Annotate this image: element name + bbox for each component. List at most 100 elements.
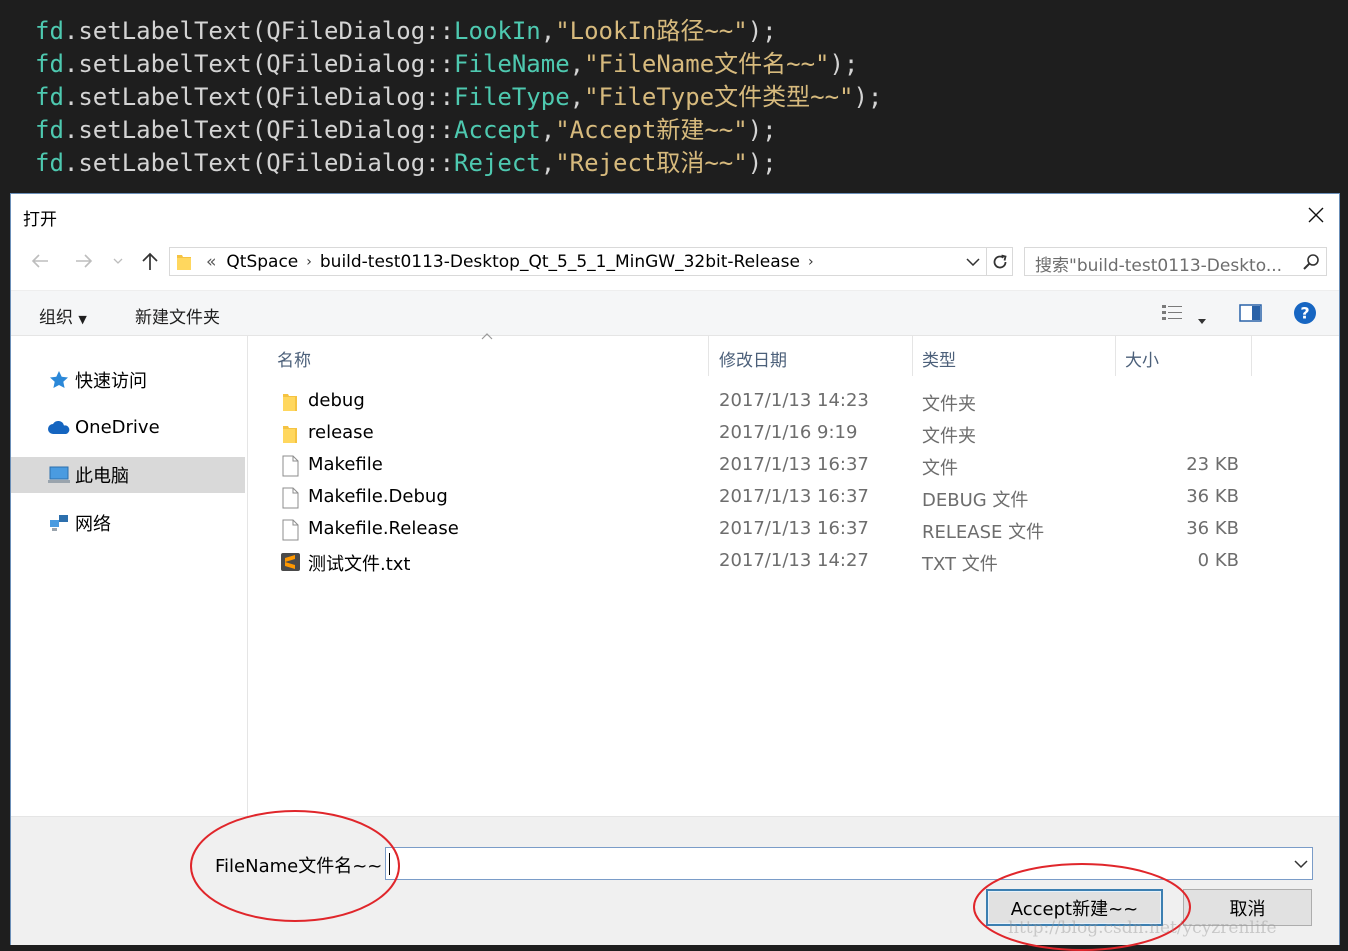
file-row[interactable]: Makefile 2017/1/13 16:37 文件 23 KB: [248, 450, 1248, 482]
file-name: release: [308, 422, 374, 443]
navigation-pane: 快速访问 OneDrive 此电脑 网络: [11, 336, 248, 816]
file-date: 2017/1/13 14:23: [719, 390, 869, 411]
cloud-icon: [48, 421, 70, 434]
nav-label: 快速访问: [75, 371, 147, 392]
code-line: fd.setLabelText(QFileDialog::Reject,"Rej…: [35, 149, 777, 177]
view-dropdown-button[interactable]: [1197, 310, 1207, 329]
search-input[interactable]: 搜索"build-test0113-Deskto...: [1024, 247, 1327, 276]
new-folder-button[interactable]: 新建文件夹: [135, 303, 220, 328]
file-type: 文件夹: [922, 426, 976, 447]
file-date: 2017/1/13 16:37: [719, 454, 869, 475]
filename-input[interactable]: [385, 847, 1313, 880]
title-bar: 打开: [11, 194, 1339, 236]
chevron-down-icon: [113, 258, 123, 264]
nav-item-onedrive[interactable]: OneDrive: [11, 409, 245, 445]
file-row[interactable]: Makefile.Debug 2017/1/13 16:37 DEBUG 文件 …: [248, 482, 1248, 514]
text-caret: [389, 853, 390, 875]
network-icon: [50, 515, 68, 531]
file-date: 2017/1/13 14:27: [719, 550, 869, 571]
column-header-size[interactable]: 大小: [1125, 346, 1159, 371]
refresh-icon: [993, 254, 1007, 268]
nav-item-this-pc[interactable]: 此电脑: [11, 457, 245, 493]
navigation-bar: « QtSpace › build-test0113-Desktop_Qt_5_…: [11, 242, 1339, 280]
chevron-down-icon: [966, 257, 980, 266]
file-row[interactable]: Makefile.Release 2017/1/13 16:37 RELEASE…: [248, 514, 1248, 546]
file-type: 文件夹: [922, 394, 976, 415]
recent-locations-button[interactable]: [109, 242, 127, 280]
breadcrumb-segment[interactable]: QtSpace: [226, 252, 298, 272]
code-line: fd.setLabelText(QFileDialog::FileType,"F…: [35, 83, 883, 111]
file-name: 测试文件.txt: [308, 554, 411, 575]
refresh-button[interactable]: [987, 247, 1013, 276]
file-row[interactable]: debug 2017/1/13 14:23 文件夹: [248, 386, 1248, 418]
help-icon: ?: [1294, 302, 1316, 324]
file-icon: [282, 455, 299, 477]
filename-label: FileName文件名~~: [215, 856, 383, 877]
open-file-dialog: 打开 « QtSpace › build-test0113-Desktop_Qt…: [10, 193, 1340, 945]
close-button[interactable]: [1293, 194, 1339, 236]
chevron-right-icon[interactable]: ›: [306, 254, 312, 270]
search-icon[interactable]: [1302, 253, 1320, 271]
file-row[interactable]: 测试文件.txt 2017/1/13 14:27 TXT 文件 0 KB: [248, 546, 1248, 578]
file-row[interactable]: release 2017/1/16 9:19 文件夹: [248, 418, 1248, 450]
column-header-type[interactable]: 类型: [922, 346, 956, 371]
file-type: TXT 文件: [922, 554, 998, 575]
help-button[interactable]: ?: [1293, 301, 1317, 329]
file-icon: [282, 487, 299, 509]
file-size: 36 KB: [1186, 486, 1239, 507]
code-line: fd.setLabelText(QFileDialog::LookIn,"Loo…: [35, 17, 777, 45]
file-date: 2017/1/13 16:37: [719, 518, 869, 539]
arrow-left-icon: [31, 254, 48, 268]
address-history-button[interactable]: [960, 248, 986, 275]
file-date: 2017/1/16 9:19: [719, 422, 858, 443]
file-date: 2017/1/13 16:37: [719, 486, 869, 507]
close-icon: [1308, 207, 1324, 223]
folder-icon: [177, 254, 191, 270]
file-size: 0 KB: [1197, 550, 1239, 571]
address-bar[interactable]: « QtSpace › build-test0113-Desktop_Qt_5_…: [169, 247, 987, 276]
file-list: 名称 修改日期 类型 大小 debug 2017/1/13 14:23 文件夹 …: [248, 333, 1339, 816]
arrow-right-icon: [76, 254, 93, 268]
watermark: http://blog.csdn.net/ycyzrenlife: [1008, 918, 1277, 938]
nav-label: OneDrive: [75, 416, 160, 438]
file-size: 23 KB: [1186, 454, 1239, 475]
computer-icon: [48, 466, 70, 483]
sublime-text-icon: [281, 553, 300, 571]
command-bar: 组织 ▼ 新建文件夹 ?: [11, 290, 1339, 336]
list-view-icon: [1162, 305, 1182, 320]
breadcrumb-segment[interactable]: build-test0113-Desktop_Qt_5_5_1_MinGW_32…: [320, 252, 800, 272]
column-header-date[interactable]: 修改日期: [719, 346, 787, 371]
code-line: fd.setLabelText(QFileDialog::Accept,"Acc…: [35, 116, 777, 144]
search-placeholder: 搜索"build-test0113-Deskto...: [1035, 256, 1283, 276]
chevron-down-icon[interactable]: [1294, 854, 1308, 874]
nav-label: 此电脑: [75, 466, 129, 487]
view-options-button[interactable]: [1161, 303, 1185, 327]
file-type: RELEASE 文件: [922, 522, 1045, 543]
arrow-up-icon: [142, 252, 158, 270]
svg-text:?: ?: [1300, 304, 1309, 323]
file-icon: [282, 519, 299, 541]
sort-ascending-icon: [481, 333, 493, 340]
triangle-down-icon: [1198, 319, 1206, 324]
preview-pane-button[interactable]: [1239, 303, 1263, 327]
address-overflow[interactable]: «: [206, 252, 216, 272]
preview-pane-icon: [1239, 304, 1262, 322]
file-name: Makefile.Release: [308, 518, 459, 539]
folder-icon: [283, 394, 297, 411]
column-header-name[interactable]: 名称: [277, 346, 311, 371]
file-type: DEBUG 文件: [922, 490, 1029, 511]
back-button[interactable]: [25, 242, 55, 280]
up-button[interactable]: [135, 242, 165, 280]
folder-icon: [283, 426, 297, 443]
organize-menu[interactable]: 组织 ▼: [39, 303, 87, 328]
file-size: 36 KB: [1186, 518, 1239, 539]
file-name: Makefile.Debug: [308, 486, 448, 507]
file-type: 文件: [922, 458, 958, 479]
forward-button[interactable]: [69, 242, 99, 280]
nav-item-network[interactable]: 网络: [11, 505, 245, 541]
file-name: Makefile: [308, 454, 383, 475]
chevron-right-icon[interactable]: ›: [808, 254, 814, 270]
nav-item-quick-access[interactable]: 快速访问: [11, 362, 245, 398]
dialog-title: 打开: [23, 210, 57, 230]
nav-label: 网络: [75, 514, 111, 535]
